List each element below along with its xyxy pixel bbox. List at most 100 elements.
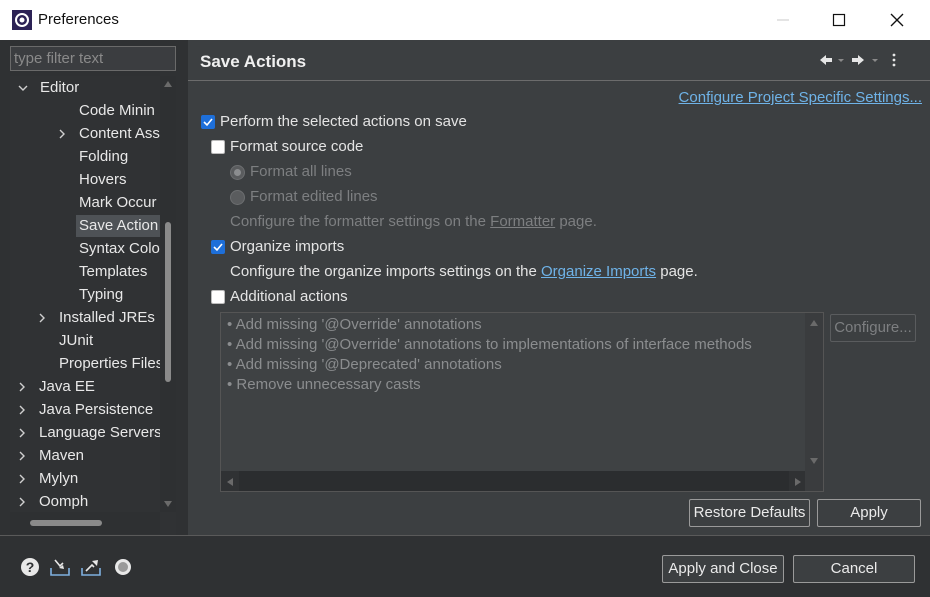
formatter-hint: Configure the formatter settings on the … xyxy=(230,211,597,233)
close-button[interactable] xyxy=(868,0,926,40)
tree-horizontal-scroll-thumb[interactable] xyxy=(30,520,102,526)
preferences-record-icon[interactable] xyxy=(112,556,134,578)
configure-button[interactable]: Configure... xyxy=(830,314,916,342)
eclipse-app-icon xyxy=(12,10,32,30)
filter-field[interactable] xyxy=(10,46,176,71)
action-list-item[interactable]: • Add missing '@Deprecated' annotations xyxy=(227,355,752,375)
help-icon[interactable]: ? xyxy=(19,556,41,578)
additional-actions-label: Additional actions xyxy=(230,288,348,305)
tree-item-label: Mark Occur xyxy=(79,194,157,211)
tree-item-label: Typing xyxy=(79,286,124,303)
organize-hint-prefix: Configure the organize imports settings … xyxy=(230,263,542,280)
scroll-right-icon[interactable] xyxy=(794,477,802,487)
apply-button[interactable]: Apply xyxy=(817,499,921,527)
apply-label: Apply xyxy=(850,504,888,521)
tree-viewport: Editor Code Minin Content Ass Folding Hovers… xyxy=(10,76,160,512)
tree-item-label: Hovers xyxy=(79,171,127,188)
scroll-up-icon[interactable] xyxy=(163,80,173,88)
preference-page: Save Actions Configure Project Specific … xyxy=(188,40,930,535)
forward-arrow-icon[interactable] xyxy=(852,55,864,65)
window-title: Preferences xyxy=(38,11,119,28)
tree-item-label: Templates xyxy=(79,263,148,280)
maximize-icon xyxy=(832,13,846,27)
format-source-checkbox[interactable] xyxy=(211,140,225,154)
formatter-link: Formatter xyxy=(490,213,556,230)
page-title: Save Actions xyxy=(200,52,307,71)
tree-item-label: Language Servers xyxy=(39,424,160,441)
filter-input[interactable] xyxy=(11,47,175,70)
perform-on-save-label: Perform the selected actions on save xyxy=(220,113,467,130)
import-icon[interactable] xyxy=(49,556,71,578)
cancel-button[interactable]: Cancel xyxy=(793,555,915,583)
tree-item-label: Mylyn xyxy=(39,470,79,487)
minimize-button[interactable] xyxy=(754,0,812,40)
format-source-label: Format source code xyxy=(230,138,364,155)
forward-menu-chevron-icon[interactable] xyxy=(872,59,878,62)
tree-item-label: Code Minin xyxy=(79,102,155,119)
chevron-right-icon[interactable] xyxy=(17,451,27,461)
svg-text:?: ? xyxy=(26,559,35,575)
actions-vertical-scrollbar[interactable] xyxy=(805,313,823,471)
checkmark-icon xyxy=(203,118,213,127)
additional-actions-list[interactable]: • Add missing '@Override' annotations • A… xyxy=(220,312,824,492)
perform-on-save-checkbox[interactable] xyxy=(201,115,215,129)
horizontal-scroll-track[interactable] xyxy=(239,471,789,491)
apply-and-close-button[interactable]: Apply and Close xyxy=(662,555,784,583)
chevron-right-icon[interactable] xyxy=(17,428,27,438)
dialog-button-bar: ? Apply and Close Cancel xyxy=(0,536,930,597)
scroll-down-icon[interactable] xyxy=(809,457,819,465)
chevron-down-icon[interactable] xyxy=(18,83,28,93)
format-all-lines-radio xyxy=(230,165,245,180)
tree-item-label: Installed JREs xyxy=(59,309,155,326)
restore-defaults-button[interactable]: Restore Defaults xyxy=(689,499,810,527)
tree-item-label: Oomph xyxy=(39,493,89,510)
organize-imports-label: Organize imports xyxy=(230,238,345,255)
format-edited-lines-radio xyxy=(230,190,245,205)
action-list-item[interactable]: • Add missing '@Override' annotations xyxy=(227,315,752,335)
chevron-right-icon[interactable] xyxy=(17,405,27,415)
view-menu-icon[interactable] xyxy=(892,53,896,67)
formatter-hint-suffix: page. xyxy=(555,213,597,230)
tree-item-label: Syntax Colo xyxy=(79,240,160,257)
scroll-down-icon[interactable] xyxy=(163,500,173,508)
scroll-up-icon[interactable] xyxy=(809,319,819,327)
restore-defaults-label: Restore Defaults xyxy=(693,504,806,521)
back-menu-chevron-icon[interactable] xyxy=(838,59,844,62)
scroll-left-icon[interactable] xyxy=(226,477,234,487)
title-bar: Preferences xyxy=(0,0,930,40)
action-list-item[interactable]: • Add missing '@Override' annotations to… xyxy=(227,335,752,355)
configure-project-settings-link[interactable]: Configure Project Specific Settings... xyxy=(679,89,922,106)
preferences-tree-pane: Editor Code Minin Content Ass Folding Hovers… xyxy=(4,40,184,535)
minimize-icon xyxy=(777,19,789,21)
chevron-right-icon[interactable] xyxy=(17,382,27,392)
chevron-right-icon[interactable] xyxy=(57,129,67,139)
export-icon[interactable] xyxy=(80,556,102,578)
formatter-hint-prefix: Configure the formatter settings on the xyxy=(230,213,491,230)
action-list-item[interactable]: • Remove unnecessary casts xyxy=(227,375,752,395)
tree-item-label: Content Ass xyxy=(79,125,160,142)
organize-imports-link[interactable]: Organize Imports xyxy=(541,263,656,280)
maximize-button[interactable] xyxy=(810,0,868,40)
title-separator xyxy=(188,80,930,81)
tree-item-label: JUnit xyxy=(59,332,94,349)
tree-vertical-scrollbar[interactable] xyxy=(160,76,176,512)
preferences-tree: Editor Code Minin Content Ass Folding Hovers… xyxy=(10,76,176,535)
additional-actions-checkbox[interactable] xyxy=(211,290,225,304)
checkmark-icon xyxy=(213,243,223,252)
tree-item-label: Maven xyxy=(39,447,85,464)
chevron-right-icon[interactable] xyxy=(37,313,47,323)
organize-imports-hint: Configure the organize imports settings … xyxy=(230,261,698,283)
back-arrow-icon[interactable] xyxy=(820,55,832,65)
organize-imports-checkbox[interactable] xyxy=(211,240,225,254)
actions-horizontal-scrollbar[interactable] xyxy=(221,471,807,491)
tree-item-label: Folding xyxy=(79,148,129,165)
format-all-lines-label: Format all lines xyxy=(250,163,352,180)
organize-hint-suffix: page. xyxy=(656,263,698,280)
tree-item-label: Save Action xyxy=(76,215,160,237)
format-edited-lines-label: Format edited lines xyxy=(250,188,378,205)
tree-vertical-scroll-thumb[interactable] xyxy=(165,222,171,382)
tree-horizontal-scrollbar[interactable] xyxy=(10,512,160,534)
chevron-right-icon[interactable] xyxy=(17,497,27,507)
chevron-right-icon[interactable] xyxy=(17,474,27,484)
tree-item-label: Java Persistence xyxy=(39,401,154,418)
